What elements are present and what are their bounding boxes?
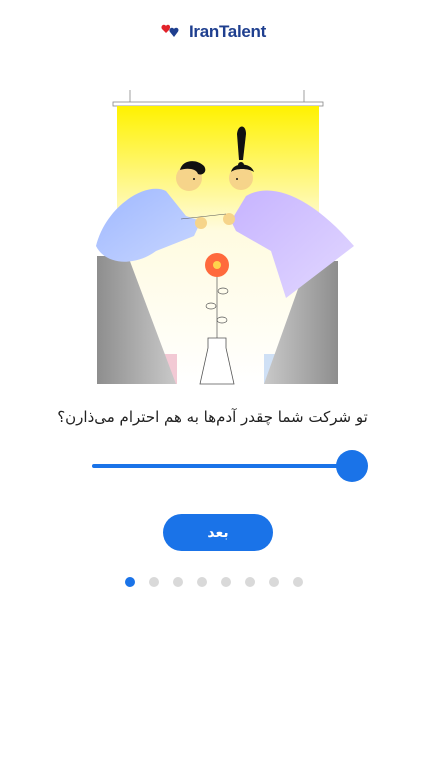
pagination-dot[interactable] [172,577,183,587]
illustration-image [96,90,354,385]
rating-slider[interactable] [92,450,368,482]
pagination-dot[interactable] [196,577,207,587]
irantalent-logo-icon [161,24,179,37]
next-button[interactable]: بعد [163,514,273,551]
pagination-dot[interactable] [244,577,255,587]
slider-thumb[interactable] [336,450,368,482]
pagination-dot[interactable] [268,577,279,587]
pagination-dot[interactable] [148,577,159,587]
slider-track[interactable] [92,464,352,468]
pagination-dot[interactable] [124,577,135,587]
logo-text: IranTalent [189,22,266,41]
question-text: تو شرکت شما چقدر آدم‌ها به هم احترام می‌… [57,408,368,426]
pagination-dot[interactable] [292,577,303,587]
brand-logo: IranTalent [0,22,425,42]
pagination-dot[interactable] [220,577,231,587]
pagination-dots [0,577,425,587]
